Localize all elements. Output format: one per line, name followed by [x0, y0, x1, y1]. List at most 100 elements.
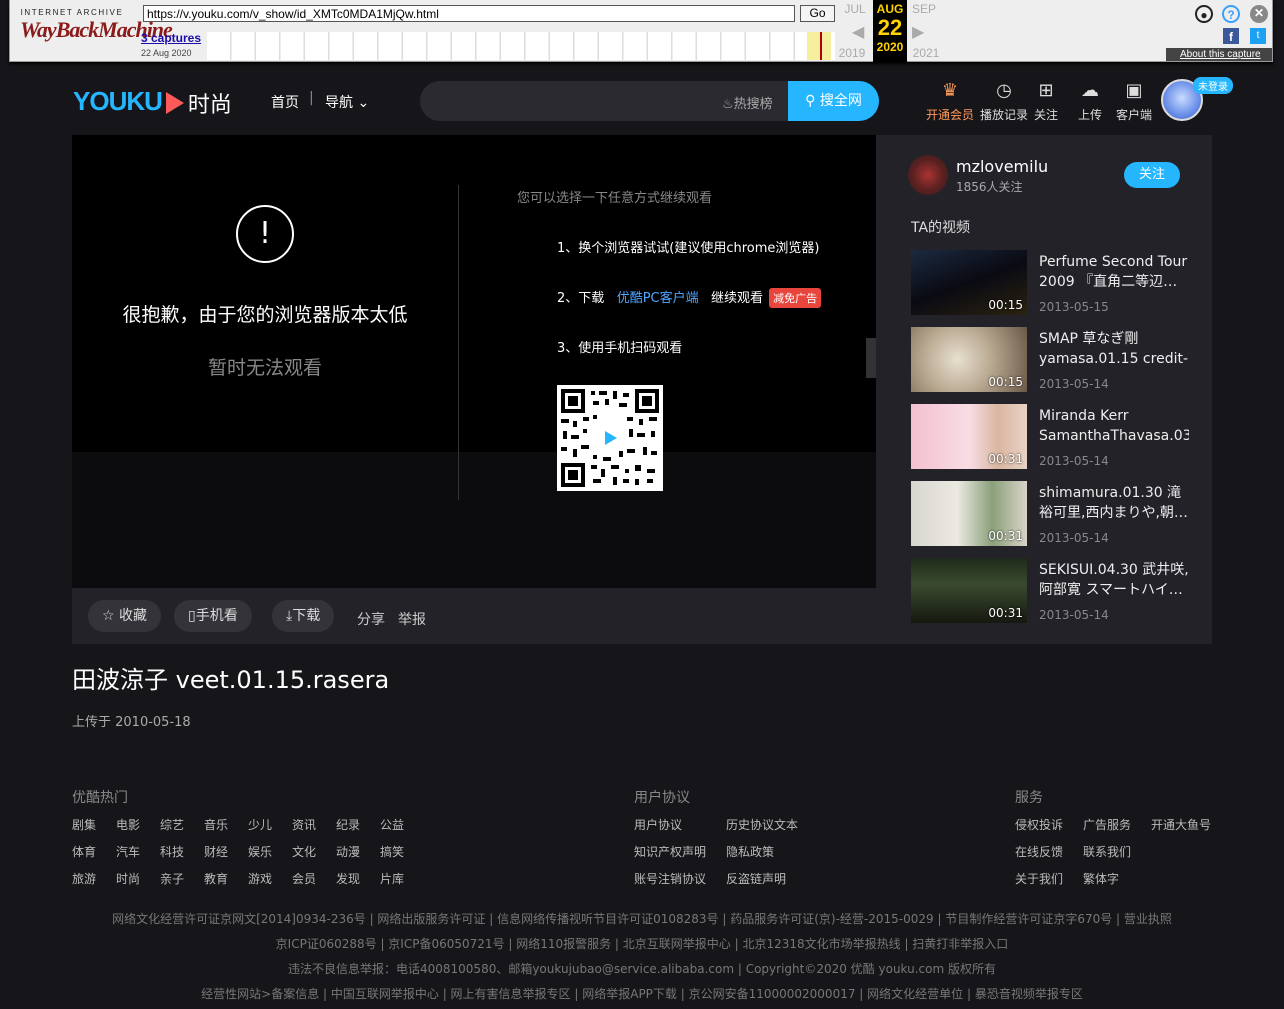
- footer-link[interactable]: 财经: [204, 843, 228, 860]
- footer-link[interactable]: 资讯: [292, 816, 316, 833]
- search-button[interactable]: ⚲ 搜全网: [788, 81, 879, 121]
- phone-watch-button[interactable]: ▯手机看: [174, 600, 252, 632]
- nav-home[interactable]: 首页: [271, 92, 299, 112]
- facebook-icon[interactable]: f: [1223, 28, 1239, 44]
- list-item[interactable]: 00:31 shimamura.01.30 滝裕可里,西内まりや,朝… 2013…: [911, 481, 1201, 547]
- history-button[interactable]: ◷ 播放记录: [980, 80, 1028, 123]
- footer-link[interactable]: 片库: [380, 870, 404, 887]
- next-month[interactable]: SEP: [909, 2, 939, 16]
- twitter-icon[interactable]: t: [1250, 28, 1266, 44]
- vip-button[interactable]: ♛ 开通会员: [926, 80, 974, 123]
- option-browser: 1、换个浏览器试试(建议使用chrome浏览器): [557, 241, 820, 256]
- footer-link[interactable]: 教育: [204, 870, 228, 887]
- footer-link[interactable]: 科技: [160, 843, 184, 860]
- video-thumbnail[interactable]: 00:15: [911, 327, 1027, 392]
- footer-link[interactable]: 时尚: [116, 870, 140, 887]
- report-button[interactable]: 举报: [398, 609, 426, 629]
- wayback-go-button[interactable]: Go: [800, 5, 835, 22]
- footer-link[interactable]: 文化: [292, 843, 316, 860]
- divider: [458, 185, 459, 500]
- footer-link[interactable]: 会员: [292, 870, 316, 887]
- footer-link[interactable]: 账号注销协议: [634, 870, 706, 887]
- wayback-logo[interactable]: INTERNET ARCHIVE WayBackMachine: [20, 8, 173, 52]
- list-item[interactable]: 00:31 Miranda Kerr SamanthaThavasa.03.30…: [911, 404, 1201, 470]
- footer-link[interactable]: 电影: [116, 816, 140, 833]
- footer-link[interactable]: 剧集: [72, 816, 96, 833]
- footer-link[interactable]: 开通大鱼号: [1151, 816, 1211, 833]
- footer-link[interactable]: 知识产权声明: [634, 843, 706, 860]
- list-item[interactable]: 00:15 Perfume Second Tour 2009 『直角二等辺… 2…: [911, 250, 1201, 316]
- share-button[interactable]: 分享: [357, 609, 385, 629]
- collect-button[interactable]: ☆ 收藏: [88, 600, 162, 632]
- footer-link[interactable]: 用户协议: [634, 816, 682, 833]
- uploader-name[interactable]: mzlovemilu: [956, 157, 1048, 176]
- star-icon: ☆: [102, 608, 115, 624]
- video-title[interactable]: SMAP 草なぎ剛 yamasa.01.15 credit-3sec…: [1039, 329, 1189, 369]
- footer-link[interactable]: 广告服务: [1083, 816, 1131, 833]
- video-title[interactable]: Miranda Kerr SamanthaThavasa.03.30 CM…: [1039, 406, 1189, 446]
- next-capture-arrow-icon[interactable]: ▶: [912, 22, 924, 42]
- footer-link[interactable]: 公益: [380, 816, 404, 833]
- follow-button[interactable]: 关注: [1124, 162, 1180, 188]
- download-button[interactable]: ⤓下载: [272, 600, 335, 632]
- next-year: 2021: [912, 46, 940, 60]
- legal-line: 网络文化经营许可证京网文[2014]0934-236号 | 网络出版服务许可证 …: [112, 912, 1172, 926]
- captures-link[interactable]: 3 captures: [141, 31, 201, 45]
- follow-nav-button[interactable]: ⊞ 关注: [1022, 80, 1070, 123]
- footer-link[interactable]: 少儿: [248, 816, 272, 833]
- video-title[interactable]: shimamura.01.30 滝裕可里,西内まりや,朝…: [1039, 483, 1189, 523]
- footer-link[interactable]: 综艺: [160, 816, 184, 833]
- phone-watch-label: 手机看: [195, 608, 238, 624]
- client-button[interactable]: ▣ 客户端: [1110, 80, 1158, 123]
- video-title[interactable]: Perfume Second Tour 2009 『直角二等辺…: [1039, 252, 1189, 292]
- footer-link[interactable]: 音乐: [204, 816, 228, 833]
- prev-capture-arrow-icon[interactable]: ◀: [852, 22, 864, 42]
- footer-link[interactable]: 关于我们: [1015, 870, 1063, 887]
- video-thumbnail[interactable]: 00:15: [911, 250, 1027, 315]
- footer-link[interactable]: 联系我们: [1083, 843, 1131, 860]
- footer-link[interactable]: 繁体字: [1083, 870, 1119, 887]
- pc-client-link[interactable]: 优酷PC客户端: [617, 291, 699, 306]
- prev-month[interactable]: JUL: [840, 2, 870, 16]
- list-item[interactable]: 00:31 SEKISUI.04.30 武井咲,阿部寛 スマートハイ… 2013…: [911, 558, 1201, 624]
- youku-logo[interactable]: YOUKU 时尚: [73, 86, 232, 119]
- user-icon[interactable]: ●: [1195, 5, 1213, 23]
- upload-button[interactable]: ☁ 上传: [1066, 80, 1114, 123]
- nav-guide[interactable]: 导航 ⌄: [325, 92, 369, 112]
- about-capture-link[interactable]: About this capture: [1166, 48, 1272, 61]
- footer-link[interactable]: 在线反馈: [1015, 843, 1063, 860]
- cur-year: 2020: [876, 40, 904, 54]
- client-label: 客户端: [1115, 108, 1152, 122]
- video-thumbnail[interactable]: 00:31: [911, 481, 1027, 546]
- footer-link[interactable]: 动漫: [336, 843, 360, 860]
- footer-link[interactable]: 搞笑: [380, 843, 404, 860]
- footer-link[interactable]: 旅游: [72, 870, 96, 887]
- video-title[interactable]: SEKISUI.04.30 武井咲,阿部寛 スマートハイ…: [1039, 560, 1189, 600]
- close-icon[interactable]: ✕: [1250, 5, 1268, 23]
- footer-link[interactable]: 体育: [72, 843, 96, 860]
- footer-link[interactable]: 娱乐: [248, 843, 272, 860]
- footer-link[interactable]: 反盗链声明: [726, 870, 786, 887]
- footer-link[interactable]: 亲子: [160, 870, 184, 887]
- login-badge[interactable]: 未登录: [1193, 77, 1233, 94]
- ad-free-badge: 减免广告: [769, 288, 822, 308]
- hot-search[interactable]: ♨热搜榜: [722, 93, 773, 112]
- uploader-avatar[interactable]: [908, 155, 948, 195]
- help-icon[interactable]: ?: [1222, 5, 1240, 23]
- action-bar: ☆ 收藏 ▯手机看 ⤓下载 分享 举报: [72, 588, 876, 644]
- video-player[interactable]: ! 很抱歉，由于您的浏览器版本太低 暂时无法观看 您可以选择一下任意方式继续观看…: [72, 135, 876, 588]
- footer-link[interactable]: 游戏: [248, 870, 272, 887]
- footer-link[interactable]: 发现: [336, 870, 360, 887]
- capture-sparkline[interactable]: [207, 32, 835, 60]
- footer-link[interactable]: 汽车: [116, 843, 140, 860]
- footer-link[interactable]: 纪录: [336, 816, 360, 833]
- footer-link[interactable]: 隐私政策: [726, 843, 774, 860]
- logo-text: YOUKU: [73, 86, 163, 116]
- list-item[interactable]: 00:15 SMAP 草なぎ剛 yamasa.01.15 credit-3sec…: [911, 327, 1201, 393]
- search-bar[interactable]: ♨热搜榜 ⚲ 搜全网: [420, 81, 879, 121]
- video-thumbnail[interactable]: 00:31: [911, 558, 1027, 623]
- video-thumbnail[interactable]: 00:31: [911, 404, 1027, 469]
- footer-link[interactable]: 历史协议文本: [726, 816, 798, 833]
- footer-link[interactable]: 侵权投诉: [1015, 816, 1063, 833]
- wayback-url-input[interactable]: https://v.youku.com/v_show/id_XMTc0MDA1M…: [143, 5, 795, 22]
